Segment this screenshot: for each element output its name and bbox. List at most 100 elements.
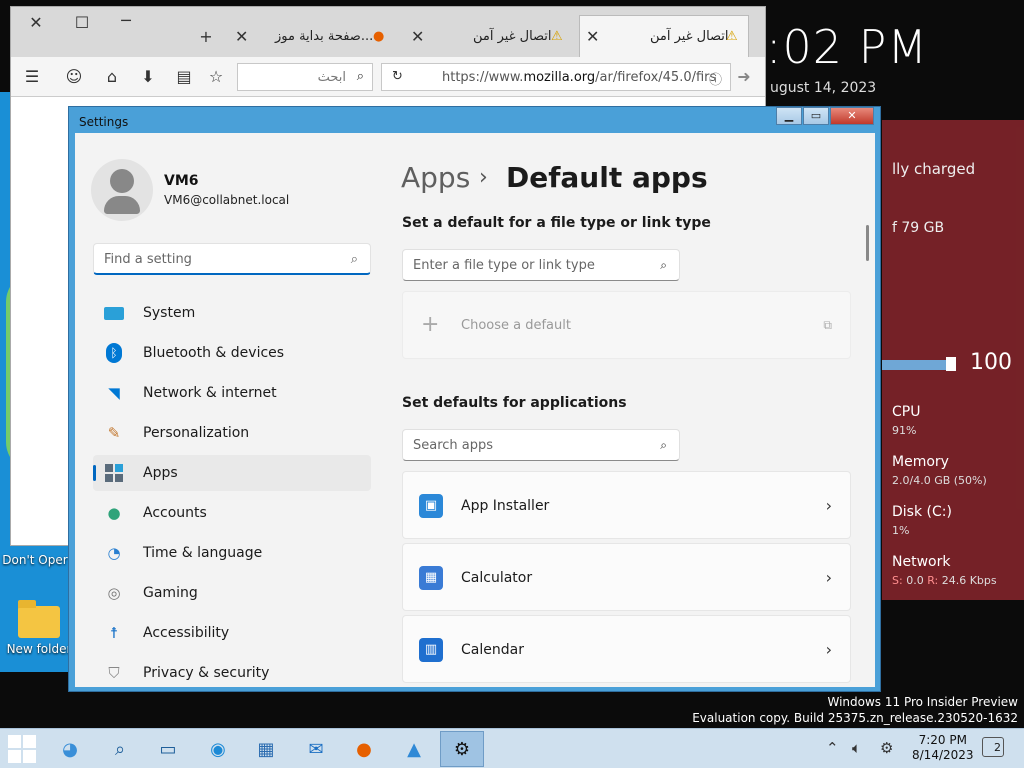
memory-value: 2.0/4.0 GB (50%) bbox=[892, 474, 987, 487]
browser-search-input[interactable]: ابحث ⌕ bbox=[237, 63, 373, 91]
start-button[interactable] bbox=[0, 731, 44, 767]
store-button[interactable]: ▦ bbox=[244, 731, 288, 767]
search-button[interactable]: ⌕ bbox=[98, 731, 142, 767]
reload-icon[interactable]: ↻ bbox=[392, 69, 403, 84]
firefox-icon: ● bbox=[356, 738, 372, 760]
settings-taskbar-button[interactable]: ⚙ bbox=[440, 731, 484, 767]
notification-button[interactable]: 2 bbox=[982, 737, 1004, 757]
nav-item-apps[interactable]: Apps bbox=[93, 455, 371, 491]
nav-item-personalization[interactable]: ✎ Personalization bbox=[93, 415, 371, 451]
window-controls: ▁ ▭ ✕ bbox=[775, 107, 874, 125]
globe-icon: ◔ bbox=[107, 544, 121, 562]
nav-item-time-language[interactable]: ◔ Time & language bbox=[93, 535, 371, 571]
nav-item-privacy[interactable]: ⛉ Privacy & security bbox=[93, 655, 371, 687]
desktop-icon-dont-open[interactable]: Don't Oper bbox=[0, 553, 70, 567]
photos-button[interactable]: ▲ bbox=[392, 731, 436, 767]
browser-tab-strip: ✕ ☐ ─ + ✕ صفحة بداية موز... ● ✕ اتصال غي… bbox=[11, 7, 765, 57]
search-icon: ⌕ bbox=[660, 438, 667, 452]
close-tab-icon[interactable]: ✕ bbox=[411, 27, 424, 46]
taskbar-date: 8/14/2023 bbox=[912, 748, 974, 762]
apps-icon bbox=[103, 463, 125, 483]
search-apps-input[interactable]: Search apps ⌕ bbox=[402, 429, 680, 461]
filetype-input[interactable]: Enter a file type or link type ⌕ bbox=[402, 249, 680, 281]
volume-icon[interactable]: 🔈︎ bbox=[852, 739, 861, 757]
browser-tab[interactable]: ✕ اتصال غير آمن ⚠ bbox=[407, 15, 577, 57]
menu-icon[interactable]: ☰ bbox=[21, 67, 43, 89]
info-icon[interactable]: ⓘ bbox=[709, 69, 722, 88]
widgets-button[interactable]: ◕ bbox=[48, 731, 92, 767]
app-item-calendar[interactable]: ▥ Calendar › bbox=[402, 615, 851, 683]
minimize-button[interactable]: ▁ bbox=[776, 107, 802, 125]
desktop-clock: :02 PM bbox=[766, 20, 929, 74]
minimize-icon[interactable]: ─ bbox=[115, 11, 137, 33]
settings-content: VM6 VM6@collabnet.local Find a setting ⌕… bbox=[75, 133, 875, 687]
close-tab-icon[interactable]: ✕ bbox=[235, 27, 248, 46]
avatar[interactable] bbox=[91, 159, 153, 221]
external-link-icon: ⧉ bbox=[823, 318, 832, 332]
nav-item-gaming[interactable]: ◎ Gaming bbox=[93, 575, 371, 611]
new-tab-icon[interactable]: + bbox=[195, 27, 217, 49]
find-setting-input[interactable]: Find a setting ⌕ bbox=[93, 243, 371, 275]
url-bar[interactable]: ↻ https://www.mozilla.org/ar/firefox/45.… bbox=[381, 63, 731, 91]
watermark-edition: Windows 11 Pro Insider Preview bbox=[827, 695, 1018, 709]
nav-label: Network & internet bbox=[143, 385, 277, 401]
nav-item-accounts[interactable]: ● Accounts bbox=[93, 495, 371, 531]
url-host: mozilla.org bbox=[523, 70, 596, 85]
chevron-right-icon: › bbox=[825, 568, 832, 587]
task-view-button[interactable]: ▭ bbox=[146, 731, 190, 767]
app-name: App Installer bbox=[461, 498, 550, 514]
app-item-calculator[interactable]: ▦ Calculator › bbox=[402, 543, 851, 611]
nav-item-bluetooth[interactable]: ᛒ Bluetooth & devices bbox=[93, 335, 371, 371]
edge-button[interactable]: ◉ bbox=[196, 731, 240, 767]
gear-icon: ⚙ bbox=[453, 738, 471, 760]
maximize-icon[interactable]: ☐ bbox=[71, 13, 93, 35]
nav-label: Time & language bbox=[143, 545, 263, 561]
nav-label: Privacy & security bbox=[143, 665, 270, 681]
app-item-app-installer[interactable]: ▣ App Installer › bbox=[402, 471, 851, 539]
user-name: VM6 bbox=[164, 173, 199, 189]
disk-value: 1% bbox=[892, 524, 910, 537]
volume-slider-thumb[interactable] bbox=[946, 357, 956, 371]
window-title: Settings bbox=[79, 115, 129, 129]
pocket-icon[interactable]: ☺ bbox=[63, 67, 85, 89]
desktop-icon-new-folder[interactable]: New folder bbox=[4, 600, 74, 656]
folder-icon bbox=[18, 600, 60, 638]
close-window-icon[interactable]: ✕ bbox=[25, 13, 47, 35]
url-path: /ar/firefox/45.0/firs bbox=[595, 70, 717, 85]
brush-icon: ✎ bbox=[107, 424, 121, 442]
go-arrow-icon[interactable]: ➜ bbox=[733, 67, 755, 89]
nav-item-accessibility[interactable]: ☨ Accessibility bbox=[93, 615, 371, 651]
accounts-icon: ● bbox=[107, 504, 121, 522]
mail-button[interactable]: ✉ bbox=[294, 731, 338, 767]
close-button[interactable]: ✕ bbox=[830, 107, 874, 125]
bookmark-star-icon[interactable]: ☆ bbox=[205, 67, 227, 89]
volume-slider-track[interactable] bbox=[882, 360, 952, 370]
reading-list-icon[interactable]: ▤ bbox=[173, 67, 195, 89]
net-send-value: 0.0 bbox=[906, 574, 924, 587]
nav-item-network[interactable]: ◥ Network & internet bbox=[93, 375, 371, 411]
warning-icon: ⚠ bbox=[726, 29, 738, 44]
chevron-up-icon[interactable]: ⌃ bbox=[826, 739, 839, 757]
tab-title: اتصال غير آمن bbox=[650, 29, 729, 44]
choose-default-button[interactable]: + Choose a default ⧉ bbox=[402, 291, 851, 359]
watermark-build: Evaluation copy. Build 25375.zn_release.… bbox=[692, 711, 1018, 725]
memory-label: Memory bbox=[892, 454, 949, 470]
browser-tab-active[interactable]: ✕ اتصال غير آمن ⚠ bbox=[579, 15, 749, 57]
browser-tab[interactable]: ✕ صفحة بداية موز... ● bbox=[231, 15, 401, 57]
downloads-icon[interactable]: ⬇ bbox=[137, 67, 159, 89]
close-tab-icon[interactable]: ✕ bbox=[586, 27, 599, 46]
net-send-label: S: bbox=[892, 574, 903, 587]
breadcrumb-apps[interactable]: Apps bbox=[401, 161, 470, 194]
maximize-button[interactable]: ▭ bbox=[803, 107, 829, 125]
home-icon[interactable]: ⌂ bbox=[101, 67, 123, 89]
search-icon: ⌕ bbox=[114, 738, 126, 760]
scrollbar[interactable] bbox=[866, 225, 869, 261]
nav-label: Apps bbox=[143, 465, 178, 481]
settings-tray-icon[interactable]: ⚙ bbox=[880, 739, 893, 757]
apps-heading: Set defaults for applications bbox=[402, 395, 627, 411]
photos-icon: ▲ bbox=[407, 738, 421, 760]
find-setting-placeholder: Find a setting bbox=[104, 252, 192, 267]
nav-item-system[interactable]: System bbox=[93, 295, 371, 331]
firefox-button[interactable]: ● bbox=[342, 731, 386, 767]
taskbar-clock[interactable]: 7:20 PM 8/14/2023 bbox=[912, 733, 974, 763]
